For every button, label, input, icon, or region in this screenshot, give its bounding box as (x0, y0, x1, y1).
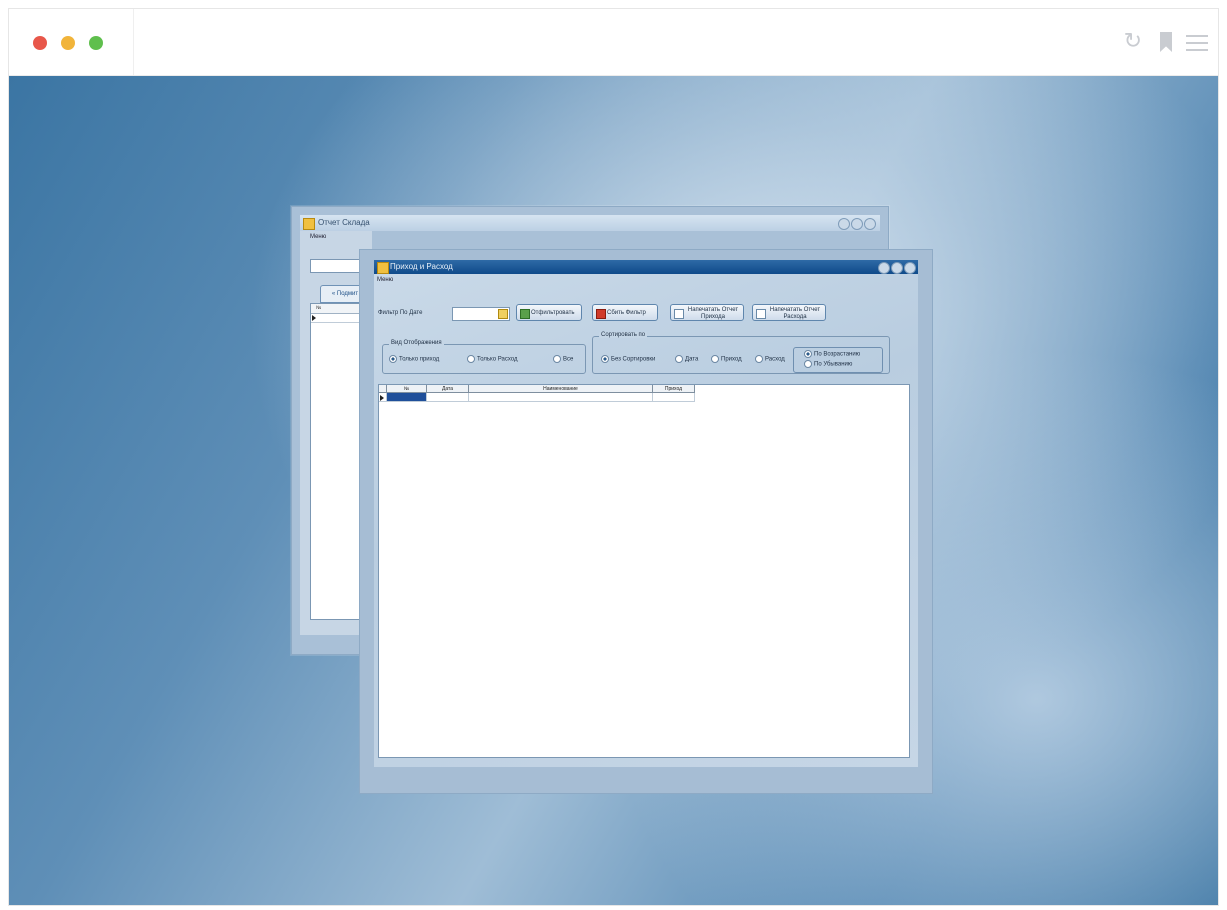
date-filter-input[interactable] (452, 307, 510, 321)
radio-icon (553, 355, 561, 363)
desktop-background: Отчет Склада Меню « Подмит № Приход и Ра… (9, 76, 1218, 905)
radio-checked-icon (601, 355, 609, 363)
maximize-dot-icon[interactable] (89, 36, 103, 50)
window-icon (303, 218, 315, 230)
radio-sort-expense[interactable]: Расход (755, 355, 785, 363)
front-window-title: Приход и Расход (390, 262, 453, 271)
window-icon (377, 262, 389, 274)
print-income-report-button[interactable]: Напечатать Отчет Прихода (670, 304, 744, 321)
close-icon[interactable] (864, 218, 876, 230)
sort-group-title: Сортировать по (599, 332, 648, 338)
order-group: По Возрастанию По Убыванию (793, 347, 883, 373)
apply-filter-button[interactable]: Отфильтровать (516, 304, 582, 321)
grid-cell[interactable] (653, 393, 695, 402)
minimize-dot-icon[interactable] (61, 36, 75, 50)
minimize-icon[interactable] (878, 262, 890, 274)
radio-ascending[interactable]: По Возрастанию (804, 350, 860, 358)
back-window-title: Отчет Склада (318, 218, 370, 227)
radio-icon (711, 355, 719, 363)
minimize-icon[interactable] (838, 218, 850, 230)
close-dot-icon[interactable] (33, 36, 47, 50)
grid-row-header (379, 385, 387, 393)
radio-checked-icon (389, 355, 397, 363)
radio-icon (675, 355, 683, 363)
filter-label: Фильтр По Дате (378, 310, 423, 316)
front-window-content: Меню Фильтр По Дате Отфильтровать Сбить … (374, 274, 918, 767)
close-icon[interactable] (904, 262, 916, 274)
radio-sort-income[interactable]: Приход (711, 355, 742, 363)
check-icon (520, 309, 530, 319)
maximize-icon[interactable] (851, 218, 863, 230)
maximize-icon[interactable] (891, 262, 903, 274)
row-pointer-icon (380, 395, 384, 401)
reset-filter-button[interactable]: Сбить Фильтр (592, 304, 658, 321)
records-grid[interactable]: № Дата Наименование Приход (378, 384, 910, 758)
back-window-menu[interactable]: Меню (310, 234, 326, 240)
grid-header-no: № (316, 305, 322, 311)
radio-sort-date[interactable]: Дата (675, 355, 698, 363)
radio-icon (804, 360, 812, 368)
grid-col-name[interactable]: Наименование (469, 385, 653, 393)
calendar-icon[interactable] (498, 309, 508, 319)
radio-icon (467, 355, 475, 363)
browser-frame: ↻ Отчет Склада Меню « Подмит № Приход и … (8, 8, 1219, 906)
document-icon (674, 309, 684, 319)
print-expense-report-button[interactable]: Напечатать Отчет Расхода (752, 304, 826, 321)
bookmark-icon[interactable] (1160, 32, 1172, 52)
toolbar-divider (133, 9, 134, 75)
front-window-titlebar[interactable]: Приход и Расход (374, 260, 918, 274)
radio-all[interactable]: Все (553, 355, 573, 363)
radio-descending[interactable]: По Убыванию (804, 360, 852, 368)
view-mode-group: Вид Отображения Только приход Только Рас… (382, 340, 586, 374)
grid-cell[interactable] (469, 393, 653, 402)
radio-only-income[interactable]: Только приход (389, 355, 439, 363)
reload-icon[interactable]: ↻ (1124, 29, 1142, 53)
radio-only-expense[interactable]: Только Расход (467, 355, 518, 363)
grid-col-date[interactable]: Дата (427, 385, 469, 393)
browser-toolbar: ↻ (9, 9, 1218, 76)
radio-icon (755, 355, 763, 363)
grid-col-no[interactable]: № (387, 385, 427, 393)
radio-no-sort[interactable]: Без Сортировки (601, 355, 655, 363)
front-window[interactable]: Приход и Расход Меню Фильтр По Дате Отфи… (359, 249, 933, 794)
view-mode-title: Вид Отображения (389, 340, 444, 346)
radio-checked-icon (804, 350, 812, 358)
sort-group: Сортировать по Без Сортировки Дата Прихо… (592, 332, 890, 374)
row-pointer-icon (312, 315, 316, 321)
document-icon (756, 309, 766, 319)
back-window-titlebar[interactable]: Отчет Склада (300, 215, 880, 231)
grid-col-income[interactable]: Приход (653, 385, 695, 393)
menu-icon[interactable] (1186, 35, 1208, 56)
front-window-menu[interactable]: Меню (377, 277, 393, 283)
grid-cell[interactable] (427, 393, 469, 402)
grid-cell-selected[interactable] (387, 393, 427, 402)
cancel-icon (596, 309, 606, 319)
